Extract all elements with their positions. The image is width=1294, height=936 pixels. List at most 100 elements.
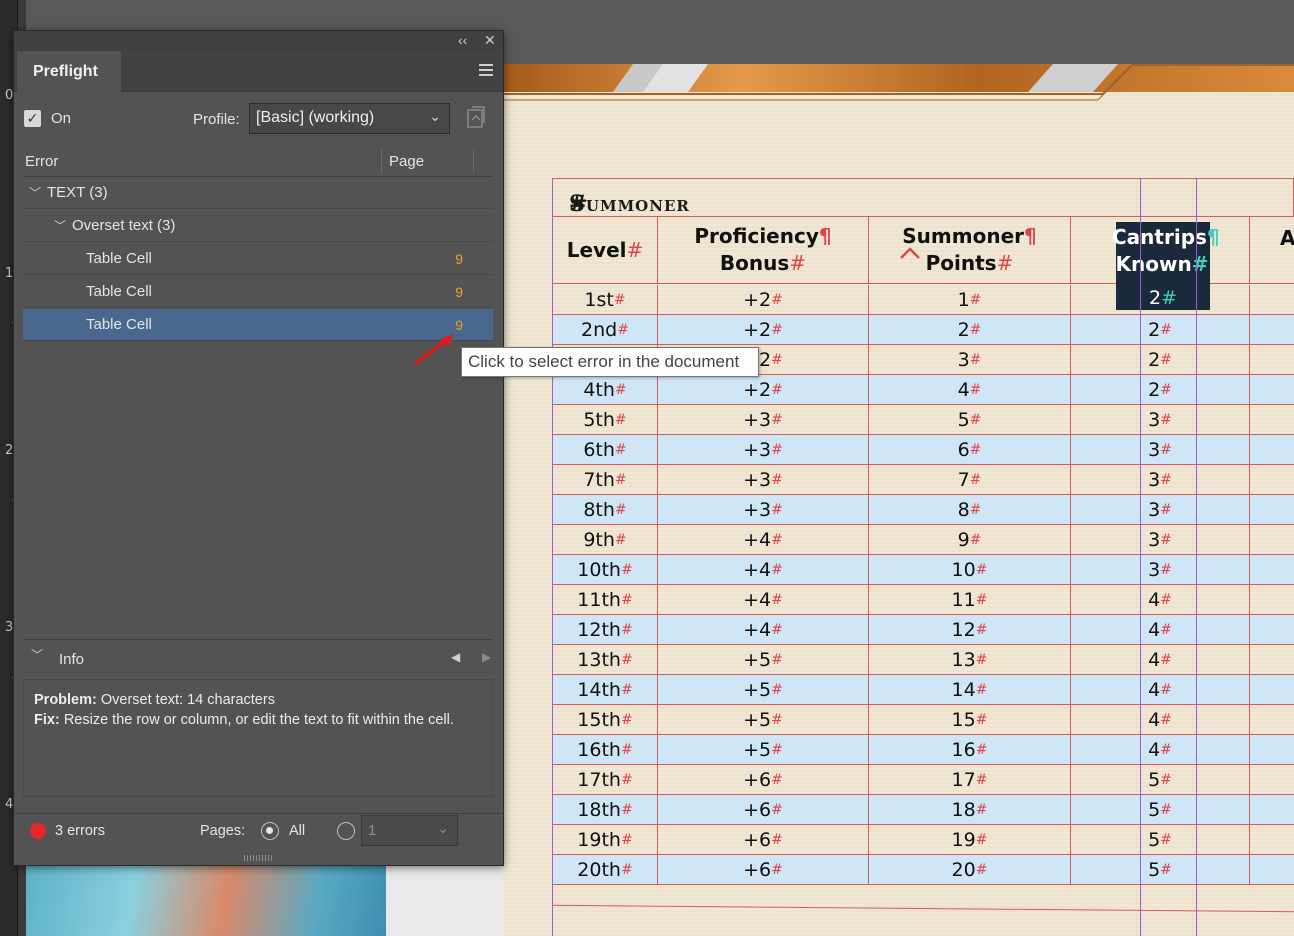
table-cell[interactable]: +5 # bbox=[658, 675, 869, 705]
tree-group-text[interactable]: ﹀ TEXT (3) bbox=[23, 177, 493, 209]
table-cell[interactable]: 3 # bbox=[1071, 465, 1250, 495]
col-error-header[interactable]: Error bbox=[25, 153, 58, 170]
table-cell[interactable] bbox=[1250, 465, 1294, 495]
table-cell[interactable]: 3 # bbox=[1071, 555, 1250, 585]
table-cell[interactable]: 16th # bbox=[552, 735, 658, 765]
table-cell[interactable]: 5 # bbox=[1071, 765, 1250, 795]
table-row[interactable]: 17th # +6 #17 #5 # bbox=[552, 765, 1294, 795]
table-cell[interactable]: 18th # bbox=[552, 795, 658, 825]
header-next-column[interactable]: A bbox=[1250, 216, 1294, 284]
table-cell[interactable] bbox=[1250, 285, 1294, 315]
table-cell[interactable]: 4 # bbox=[1071, 615, 1250, 645]
table-cell[interactable]: 14th # bbox=[552, 675, 658, 705]
table-cell[interactable]: +2# bbox=[658, 285, 869, 315]
table-cell[interactable]: 16 # bbox=[869, 735, 1071, 765]
table-cell[interactable]: 9 # bbox=[869, 525, 1071, 555]
table-cell[interactable]: 5 # bbox=[1071, 795, 1250, 825]
panel-titlebar[interactable]: ‹‹ ✕ bbox=[14, 31, 503, 51]
table-row[interactable]: 11th # +4 #11 #4 # bbox=[552, 585, 1294, 615]
table-cell[interactable]: 1 # bbox=[869, 285, 1071, 315]
preflight-panel[interactable]: ‹‹ ✕ Preflight ✓ On Profile: [Basic] (wo… bbox=[13, 30, 504, 866]
table-cell[interactable]: 2nd # bbox=[552, 315, 658, 345]
table-cell[interactable] bbox=[1250, 825, 1294, 855]
table-cell[interactable] bbox=[1250, 615, 1294, 645]
table-cell[interactable] bbox=[1250, 375, 1294, 405]
table-cell[interactable] bbox=[1250, 705, 1294, 735]
table-cell[interactable]: 14 # bbox=[869, 675, 1071, 705]
tree-item-table-cell[interactable]: Table Cell 9 bbox=[23, 243, 493, 275]
table-row[interactable]: 12th # +4 #12 #4 # bbox=[552, 615, 1294, 645]
table-cell[interactable]: 3 # bbox=[1071, 405, 1250, 435]
table-cell[interactable]: 4 # bbox=[1071, 675, 1250, 705]
table-cell[interactable]: 1st # bbox=[552, 285, 658, 315]
next-arrow-icon[interactable]: ▶ bbox=[482, 650, 491, 664]
table-cell[interactable] bbox=[1250, 525, 1294, 555]
table-cell[interactable] bbox=[1250, 345, 1294, 375]
table-row[interactable]: 8th # +3 #8 #3 # bbox=[552, 495, 1294, 525]
chevron-down-icon[interactable]: ﹀ bbox=[54, 217, 66, 234]
table-cell[interactable]: +5 # bbox=[658, 645, 869, 675]
table-cell[interactable]: 3 # bbox=[1071, 495, 1250, 525]
table-cell[interactable]: +4 # bbox=[658, 615, 869, 645]
table-cell[interactable]: 4 # bbox=[1071, 705, 1250, 735]
table-cell[interactable]: 3 # bbox=[869, 345, 1071, 375]
pages-range-radio[interactable] bbox=[337, 822, 355, 840]
table-cell[interactable] bbox=[1250, 315, 1294, 345]
table-cell[interactable]: +5 # bbox=[658, 735, 869, 765]
table-cell[interactable]: 8th # bbox=[552, 495, 658, 525]
table-row[interactable]: 18th # +6 #18 #5 # bbox=[552, 795, 1294, 825]
table-cell[interactable]: 9th # bbox=[552, 525, 658, 555]
header-level[interactable]: Level# bbox=[552, 216, 658, 284]
table-cell[interactable]: 4 # bbox=[869, 375, 1071, 405]
table-row[interactable]: 16th # +5 #16 #4 # bbox=[552, 735, 1294, 765]
table-row[interactable]: 20th # +6 #20 #5 # bbox=[552, 855, 1294, 885]
previous-arrow-icon[interactable]: ◀ bbox=[451, 650, 460, 664]
panel-menu-icon[interactable] bbox=[479, 64, 493, 76]
table-cell[interactable]: 2 # bbox=[869, 315, 1071, 345]
table-cell[interactable] bbox=[1250, 735, 1294, 765]
table-row[interactable]: 6th # +3 #6 #3 # bbox=[552, 435, 1294, 465]
table-cell[interactable] bbox=[1250, 495, 1294, 525]
table-cell[interactable]: 4 # bbox=[1071, 585, 1250, 615]
table-cell[interactable]: 19 # bbox=[869, 825, 1071, 855]
table-row[interactable]: 4th # +2 #4 #2 # bbox=[552, 375, 1294, 405]
table-cell[interactable]: +4 # bbox=[658, 585, 869, 615]
table-cell[interactable]: 8 # bbox=[869, 495, 1071, 525]
table-cell[interactable]: +3 # bbox=[658, 495, 869, 525]
table-cell[interactable]: 5 # bbox=[869, 405, 1071, 435]
table-cell[interactable]: +6 # bbox=[658, 855, 869, 885]
table-cell[interactable]: 18 # bbox=[869, 795, 1071, 825]
table-cell[interactable]: 15th # bbox=[552, 705, 658, 735]
table-cell[interactable]: 2 # bbox=[1071, 315, 1250, 345]
table-cell[interactable]: +2# bbox=[658, 315, 869, 345]
table-cell[interactable]: 5 # bbox=[1071, 855, 1250, 885]
table-cell[interactable]: 15 # bbox=[869, 705, 1071, 735]
table-cell[interactable]: +5 # bbox=[658, 705, 869, 735]
table-cell[interactable]: 20 # bbox=[869, 855, 1071, 885]
table-cell[interactable] bbox=[1250, 855, 1294, 885]
table-row[interactable]: 13th # +5 #13 #4 # bbox=[552, 645, 1294, 675]
table-cell[interactable] bbox=[1250, 675, 1294, 705]
table-cell[interactable]: 6 # bbox=[869, 435, 1071, 465]
tree-subgroup-overset[interactable]: ﹀ Overset text (3) bbox=[23, 210, 493, 242]
table-cell[interactable]: 2 # bbox=[1071, 375, 1250, 405]
table-cell[interactable]: 4 # bbox=[1071, 645, 1250, 675]
info-section-header[interactable]: ﹀ Info ◀ ▶ bbox=[23, 639, 493, 669]
table-cell[interactable]: 17th # bbox=[552, 765, 658, 795]
error-count[interactable]: 3 errors bbox=[55, 823, 105, 839]
table-cell[interactable]: 7th # bbox=[552, 465, 658, 495]
table-row[interactable]: 10th # +4 #10 #3 # bbox=[552, 555, 1294, 585]
table-cell[interactable] bbox=[1250, 585, 1294, 615]
table-cell[interactable]: 7 # bbox=[869, 465, 1071, 495]
table-cell[interactable]: +6 # bbox=[658, 825, 869, 855]
chevron-down-icon[interactable]: ﹀ bbox=[31, 646, 43, 663]
tree-item-page-link[interactable]: 9 bbox=[455, 284, 463, 300]
table-cell[interactable] bbox=[1250, 405, 1294, 435]
table-cell[interactable]: 10 # bbox=[869, 555, 1071, 585]
table-cell[interactable] bbox=[1250, 795, 1294, 825]
table-row[interactable]: 15th # +5 #15 #4 # bbox=[552, 705, 1294, 735]
collapse-icon[interactable]: ‹‹ bbox=[458, 32, 467, 48]
table-cell[interactable]: 4 # bbox=[1071, 735, 1250, 765]
table-cell[interactable]: +3 # bbox=[658, 405, 869, 435]
pages-all-radio[interactable] bbox=[261, 822, 279, 840]
